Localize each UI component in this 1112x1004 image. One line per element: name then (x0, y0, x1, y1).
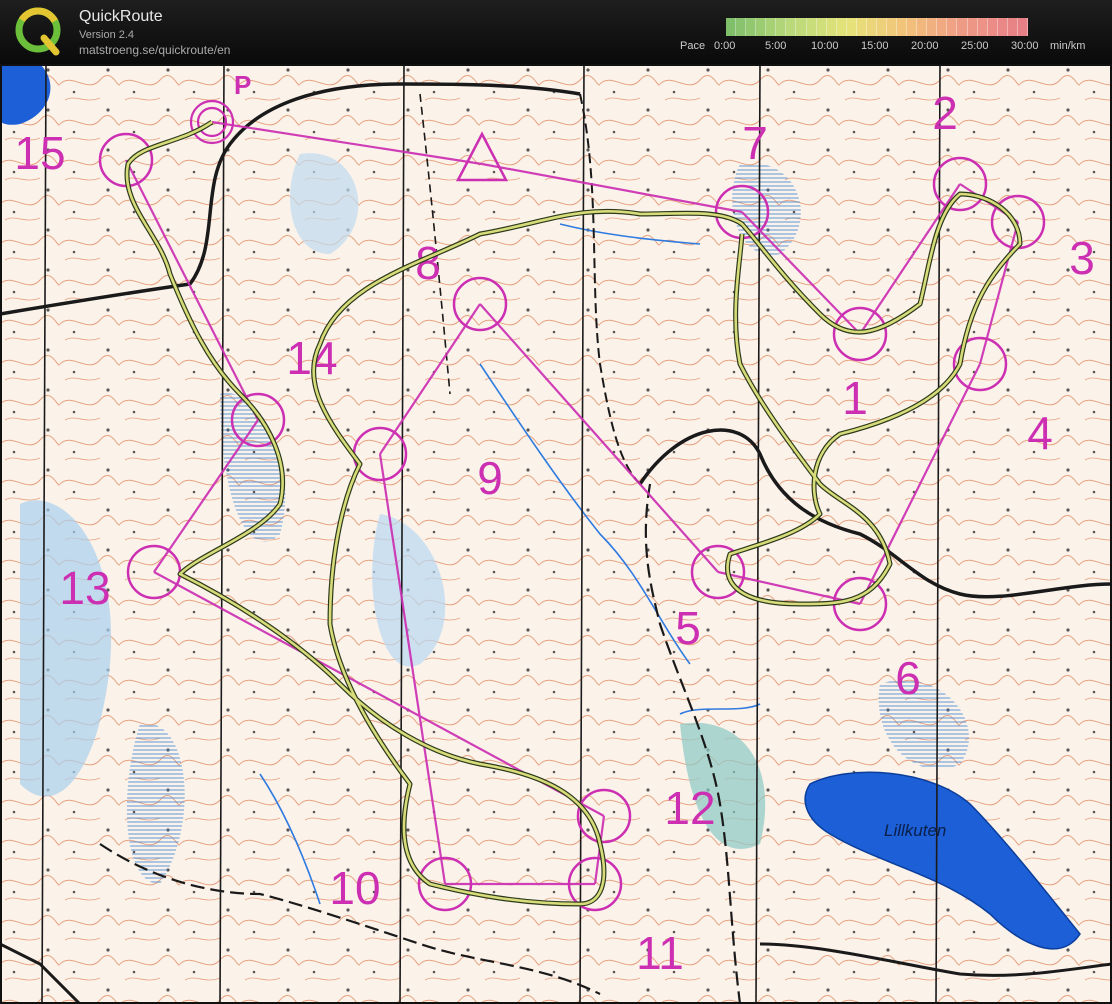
pace-scale-segment (736, 18, 747, 36)
pace-scale-segment (786, 18, 797, 36)
pace-scale-segment (866, 18, 877, 36)
app-version: Version 2.4 (79, 29, 135, 41)
website-link[interactable]: matstroeng.se/quickroute/en (79, 43, 230, 57)
pace-scale-segment (907, 18, 918, 36)
orienteering-map[interactable]: Lillkuten 1 2 3 4 5 6 7 8 9 10 11 12 13 … (0, 64, 1112, 1004)
control-number: 4 (1027, 407, 1053, 459)
control-number: 9 (477, 452, 503, 504)
pace-scale-segment (1007, 18, 1018, 36)
pace-scale-segment (1017, 18, 1028, 36)
pace-scale-segment (806, 18, 817, 36)
pace-scale-segment (816, 18, 827, 36)
pace-scale-segment (776, 18, 787, 36)
pace-scale-segment (997, 18, 1008, 36)
control-number: 12 (664, 782, 715, 834)
pace-tick: 20:00 (911, 40, 939, 52)
pace-scale-segment (826, 18, 837, 36)
pace-scale-segment (977, 18, 988, 36)
pace-tick: 5:00 (765, 40, 787, 52)
pace-scale-segment (766, 18, 777, 36)
pace-scale-segment (746, 18, 757, 36)
control-number: 10 (329, 862, 380, 914)
quickroute-logo-icon (15, 7, 61, 56)
pace-tick: 25:00 (961, 40, 989, 52)
control-number: 1 (842, 372, 868, 424)
pace-scale-segment (836, 18, 847, 36)
pace-scale-segment (726, 18, 737, 36)
pace-scale-segment (957, 18, 968, 36)
pace-scale-segment (796, 18, 807, 36)
control-number: 11 (636, 927, 684, 979)
pace-scale-segment (887, 18, 898, 36)
pace-scale-segment (917, 18, 928, 36)
pace-scale-segment (987, 18, 998, 36)
control-number: 3 (1069, 232, 1095, 284)
pace-scale-segment (856, 18, 867, 36)
pace-unit: min/km (1050, 40, 1086, 52)
pace-tick: 30:00 (1011, 40, 1039, 52)
app-title: QuickRoute (79, 8, 163, 25)
pace-tick: 0:00 (714, 40, 736, 52)
pace-color-scale (726, 18, 1028, 36)
pace-scale-segment (876, 18, 887, 36)
control-number: 5 (675, 602, 701, 654)
pace-scale-segment (967, 18, 978, 36)
control-number: 13 (59, 562, 110, 614)
pace-tick: 10:00 (811, 40, 839, 52)
control-number: 7 (742, 117, 768, 169)
pace-tick: 15:00 (861, 40, 889, 52)
pace-scale-segment (846, 18, 857, 36)
control-number: 15 (14, 127, 65, 179)
app-header: QuickRoute Version 2.4 matstroeng.se/qui… (0, 0, 1112, 64)
pace-scale-segment (897, 18, 908, 36)
parking-symbol: P (234, 70, 251, 100)
pace-scale-segment (756, 18, 767, 36)
pace-title: Pace (680, 40, 706, 52)
pace-scale-segment (947, 18, 958, 36)
map-canvas[interactable]: Lillkuten 123456789101112131415 P (0, 64, 1112, 1004)
pace-scale-segment (937, 18, 948, 36)
pace-scale-segment (927, 18, 938, 36)
control-number: 6 (895, 652, 921, 704)
control-number: 2 (932, 87, 958, 139)
